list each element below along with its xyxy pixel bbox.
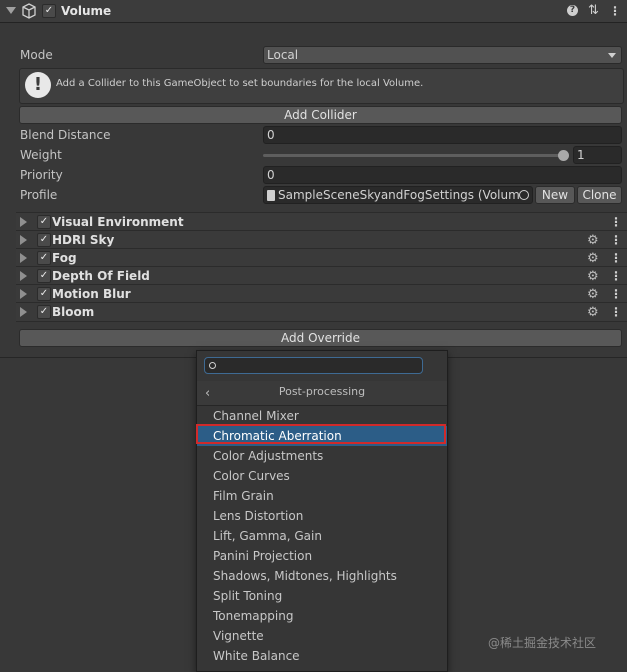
override-row-hdri-sky[interactable]: ✓ HDRI Sky ⚙ ⋮ [16,230,627,249]
new-profile-button[interactable]: New [535,186,575,204]
profile-value: SampleSceneSkyandFogSettings (Volume [278,188,528,202]
override-name: Fog [52,251,77,265]
add-override-popup: ‹ Post-processing Channel Mixer Chromati… [196,350,448,672]
mode-dropdown-value: Local [267,48,299,62]
override-row-bloom[interactable]: ✓ Bloom ⚙ ⋮ [16,302,627,322]
priority-label: Priority [20,168,63,182]
mode-dropdown[interactable]: Local [263,46,622,64]
add-collider-button[interactable]: Add Collider [19,106,622,124]
add-override-button[interactable]: Add Override [19,329,622,347]
popup-item-lift-gamma-gain[interactable]: Lift, Gamma, Gain [197,526,447,546]
component-enabled-checkbox[interactable]: ✓ [42,4,56,18]
blend-distance-field[interactable]: 0 [263,126,622,144]
foldout-arrow-icon[interactable] [20,235,27,245]
help-icon[interactable]: ? [567,5,578,16]
popup-item-color-adjustments[interactable]: Color Adjustments [197,446,447,466]
object-picker-icon[interactable] [519,190,529,200]
override-row-visual-environment[interactable]: ✓ Visual Environment ⋮ [16,212,627,231]
popup-item-shadows-midtones-highlights[interactable]: Shadows, Midtones, Highlights [197,566,447,586]
foldout-arrow-icon[interactable] [20,307,27,317]
component-header: ✓ Volume ? ⇅ ⋮ [0,0,627,23]
popup-item-panini-projection[interactable]: Panini Projection [197,546,447,566]
popup-item-tonemapping[interactable]: Tonemapping [197,606,447,626]
help-text: Add a Collider to this GameObject to set… [56,78,424,89]
popup-search-input[interactable] [204,357,423,374]
override-enabled-checkbox[interactable]: ✓ [37,287,51,301]
override-enabled-checkbox[interactable]: ✓ [37,251,51,265]
popup-item-color-curves[interactable]: Color Curves [197,466,447,486]
component-menu-icon[interactable]: ⋮ [609,1,621,21]
override-enabled-checkbox[interactable]: ✓ [37,233,51,247]
watermark: @稀土掘金技术社区 [488,636,597,650]
popup-item-lens-distortion[interactable]: Lens Distortion [197,506,447,526]
clone-profile-button[interactable]: Clone [577,186,622,204]
override-name: Motion Blur [52,287,131,301]
override-enabled-checkbox[interactable]: ✓ [37,215,51,229]
popup-item-white-balance[interactable]: White Balance [197,646,447,666]
presets-icon[interactable]: ⇅ [588,1,599,21]
foldout-arrow-icon[interactable] [20,253,27,263]
weight-label: Weight [20,148,62,162]
popup-item-vignette[interactable]: Vignette [197,626,447,646]
override-menu-icon[interactable]: ⋮ [610,284,622,304]
foldout-arrow-icon[interactable] [20,271,27,281]
blend-distance-label: Blend Distance [20,128,111,142]
popup-item-split-toning[interactable]: Split Toning [197,586,447,606]
component-title: Volume [61,4,112,18]
profile-object-field[interactable]: SampleSceneSkyandFogSettings (Volume [263,186,533,204]
foldout-arrow-icon[interactable] [20,217,27,227]
override-name: Bloom [52,305,95,319]
override-menu-icon[interactable]: ⋮ [610,266,622,286]
override-menu-icon[interactable]: ⋮ [610,212,622,232]
weight-slider-handle[interactable] [558,150,569,161]
mode-label: Mode [20,48,53,62]
highlight-annotation-box [196,424,446,444]
info-icon: ! [25,72,51,98]
chevron-down-icon [608,53,616,58]
popup-header: ‹ Post-processing [197,381,447,406]
popup-item-film-grain[interactable]: Film Grain [197,486,447,506]
cube-icon [22,3,36,19]
weight-field[interactable]: 1 [573,146,622,164]
popup-category-title: Post-processing [278,385,366,398]
override-row-fog[interactable]: ✓ Fog ⚙ ⋮ [16,248,627,267]
priority-field[interactable]: 0 [263,166,622,184]
weight-slider-track[interactable] [263,154,566,157]
popup-item-channel-mixer[interactable]: Channel Mixer [197,406,447,426]
override-name: Depth Of Field [52,269,150,283]
foldout-arrow-icon[interactable] [6,7,16,14]
asset-file-icon [267,190,275,201]
help-box: ! Add a Collider to this GameObject to s… [19,68,624,104]
override-menu-icon[interactable]: ⋮ [610,230,622,250]
settings-gear-icon[interactable]: ⚙ [587,303,599,323]
override-row-motion-blur[interactable]: ✓ Motion Blur ⚙ ⋮ [16,284,627,303]
override-enabled-checkbox[interactable]: ✓ [37,269,51,283]
override-name: HDRI Sky [52,233,115,247]
search-icon [209,362,216,369]
override-enabled-checkbox[interactable]: ✓ [37,305,51,319]
profile-label: Profile [20,188,58,202]
foldout-arrow-icon[interactable] [20,289,27,299]
override-row-depth-of-field[interactable]: ✓ Depth Of Field ⚙ ⋮ [16,266,627,285]
override-menu-icon[interactable]: ⋮ [610,248,622,268]
override-menu-icon[interactable]: ⋮ [610,302,622,322]
override-name: Visual Environment [52,215,184,229]
